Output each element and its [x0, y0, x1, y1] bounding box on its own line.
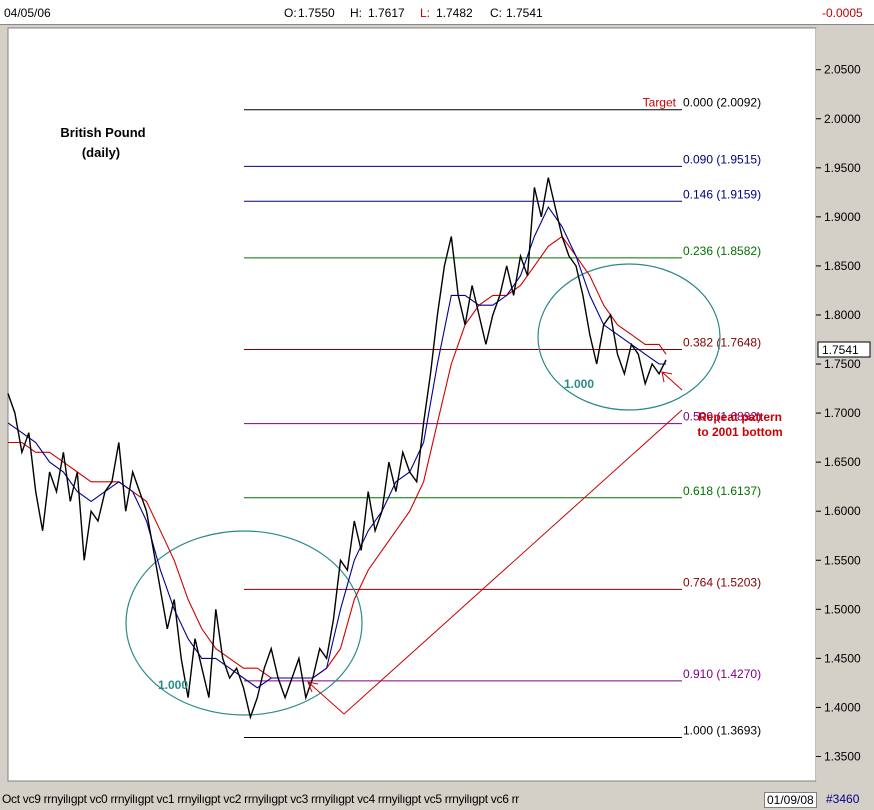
annotation-line1: Repeat pattern — [698, 410, 782, 424]
fib-target-label: Target — [643, 96, 677, 110]
chart-window: 04/05/06 O: 1.7550 H: 1.7617 L: 1.7482 C… — [0, 0, 874, 810]
y-tick-label: 1.7000 — [824, 406, 861, 420]
fib-label-0.146: 0.146 (1.9159) — [683, 187, 761, 201]
y-tick-label: 2.0000 — [824, 112, 861, 126]
y-tick-label: 1.9000 — [824, 210, 861, 224]
y-tick-label: 1.3500 — [824, 749, 861, 763]
x-axis-labels: Oct vc9 rrnyilıgpt vc0 rrnyilıgpt vc1 rr… — [2, 792, 519, 806]
fib-label-0.764: 0.764 (1.5203) — [683, 575, 761, 589]
last-price-marker: 1.7541 — [817, 341, 871, 358]
y-tick-label: 1.7500 — [824, 357, 861, 371]
y-tick-label: 1.4000 — [824, 700, 861, 714]
chart-subtitle: (daily) — [82, 145, 120, 160]
fib-label-1.000: 1.000 (1.3693) — [683, 724, 761, 738]
y-tick-label: 1.8000 — [824, 308, 861, 322]
y-tick-label: 1.4500 — [824, 651, 861, 665]
fib-label-0.000: 0.000 (2.0092) — [683, 96, 761, 110]
circle-label-left: 1.000 — [158, 678, 188, 692]
y-tick-label: 1.5500 — [824, 553, 861, 567]
y-axis-panel — [816, 28, 870, 781]
fib-label-0.910: 0.910 (1.4270) — [683, 667, 761, 681]
x-axis-bar: Oct vc9 rrnyilıgpt vc0 rrnyilıgpt vc1 rr… — [0, 790, 874, 810]
last-price-label: 1.7541 — [822, 343, 859, 357]
chart-title: British Pound — [60, 125, 145, 140]
annotation-line2: to 2001 bottom — [697, 425, 782, 439]
fib-label-0.382: 0.382 (1.7648) — [683, 336, 761, 350]
y-tick-label: 1.6000 — [824, 504, 861, 518]
circle-label-right: 1.000 — [564, 377, 594, 391]
fib-label-0.090: 0.090 (1.9515) — [683, 152, 761, 166]
footer-date: 01/09/08 — [764, 792, 817, 808]
footer-id: #3460 — [826, 792, 860, 806]
y-tick-label: 1.8500 — [824, 259, 861, 273]
fib-label-0.618: 0.618 (1.6137) — [683, 484, 761, 498]
y-tick-label: 1.5000 — [824, 602, 861, 616]
y-tick-label: 1.6500 — [824, 455, 861, 469]
price-chart: 0.000 (2.0092) Target 0.090 (1.9515) 0.146 … — [7, 27, 871, 782]
y-tick-label: 2.0500 — [824, 63, 861, 77]
fib-label-0.236: 0.236 (1.8582) — [683, 244, 761, 258]
y-tick-label: 1.9500 — [824, 161, 861, 175]
